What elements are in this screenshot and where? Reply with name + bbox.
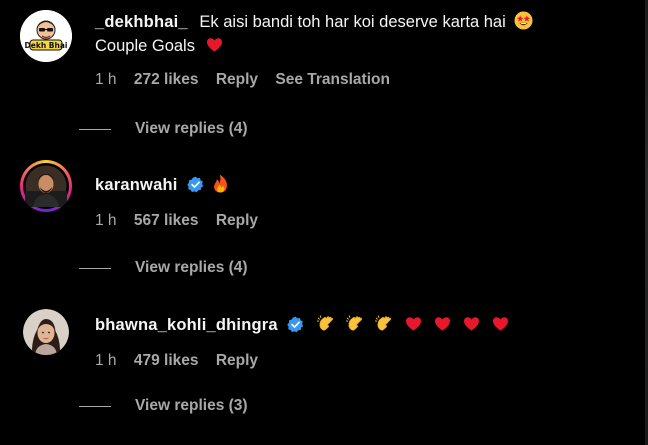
- comment-timestamp: 1 h: [95, 352, 117, 369]
- bhawna-profile-photo-icon: [23, 309, 69, 355]
- replies-divider: [79, 128, 111, 130]
- red-heart-emoji-icon: [434, 317, 450, 331]
- comment-timestamp: 1 h: [95, 71, 117, 88]
- likes-count[interactable]: 567 likes: [134, 212, 199, 229]
- clapping-hands-emoji-icon: [374, 315, 392, 331]
- avatar[interactable]: Dekh Bhai: [20, 10, 72, 62]
- comment-username[interactable]: _dekhbhai_: [95, 13, 188, 31]
- avatar[interactable]: [20, 160, 72, 212]
- fire-emoji-icon: [213, 174, 227, 193]
- reply-button[interactable]: Reply: [216, 212, 258, 229]
- dekhbhai-logo-icon: Dekh Bhai: [20, 10, 72, 62]
- verified-badge-icon: [287, 316, 304, 333]
- svg-text:Dekh Bhai: Dekh Bhai: [25, 41, 68, 50]
- comment-text-line2: Couple Goals: [95, 37, 195, 55]
- red-heart-emoji-icon: [405, 317, 421, 331]
- replies-divider: [79, 267, 111, 269]
- view-replies-button[interactable]: View replies (3): [79, 397, 248, 415]
- comment-username[interactable]: karanwahi: [95, 176, 178, 194]
- clapping-hands-emoji-icon: [345, 315, 363, 331]
- emoji-row: [312, 315, 515, 334]
- karanwahi-profile-photo-icon: [23, 163, 69, 209]
- red-heart-emoji-icon: [492, 317, 508, 331]
- comment-username[interactable]: bhawna_kohli_dhingra: [95, 316, 278, 334]
- view-replies-button[interactable]: View replies (4): [79, 259, 248, 277]
- red-heart-emoji-icon: [463, 317, 479, 331]
- comment-text: Ek aisi bandi toh har koi deserve karta …: [199, 13, 506, 31]
- star-struck-emoji-icon: [514, 11, 533, 30]
- likes-count[interactable]: 272 likes: [134, 71, 199, 88]
- clapping-hands-emoji-icon: [316, 315, 334, 331]
- replies-divider: [79, 405, 111, 407]
- view-replies-button[interactable]: View replies (4): [79, 120, 248, 138]
- likes-count[interactable]: 479 likes: [134, 352, 199, 369]
- avatar[interactable]: [23, 309, 69, 355]
- reply-button[interactable]: Reply: [216, 71, 258, 88]
- see-translation-button[interactable]: See Translation: [275, 71, 390, 88]
- verified-badge-icon: [187, 176, 204, 193]
- comment-timestamp: 1 h: [95, 212, 117, 229]
- red-heart-emoji-icon: [206, 38, 222, 52]
- comments-panel: Dekh Bhai _dekhbhai_ Ek aisi bandi toh h…: [0, 0, 648, 445]
- reply-button[interactable]: Reply: [216, 352, 258, 369]
